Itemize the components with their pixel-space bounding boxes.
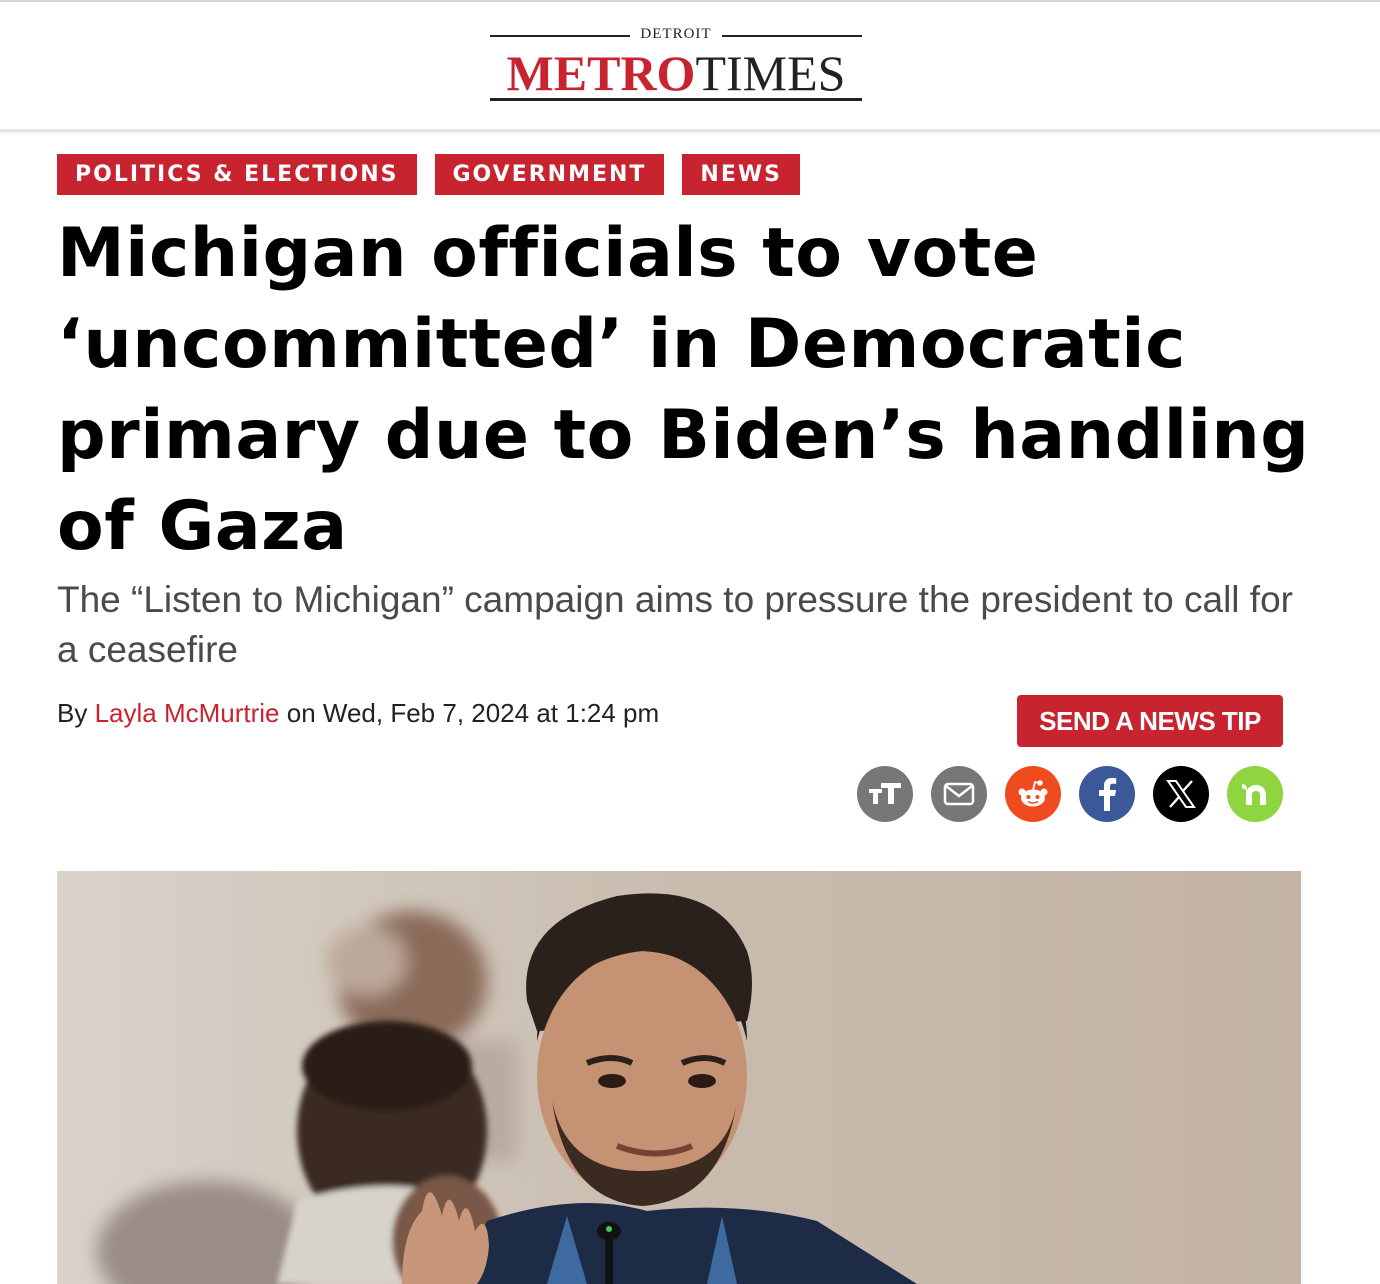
logo-rule-bottom — [490, 98, 862, 101]
tag-news[interactable]: NEWS — [682, 154, 800, 195]
text-size-icon[interactable] — [857, 766, 913, 822]
byline-prefix: By — [57, 698, 95, 728]
share-bar — [857, 766, 1283, 822]
logo-metro: METRO — [506, 45, 696, 101]
reddit-icon[interactable] — [1005, 766, 1061, 822]
send-news-tip-button[interactable]: SEND A NEWS TIP — [1017, 695, 1283, 747]
email-icon[interactable] — [931, 766, 987, 822]
logo-times: TIMES — [695, 45, 846, 101]
author-link[interactable]: Layla McMurtrie — [95, 698, 280, 728]
article-headline: Michigan officials to vote ‘uncommitted’… — [57, 214, 1310, 566]
logo-kicker: DETROIT — [640, 26, 712, 42]
byline: By Layla McMurtrie on Wed, Feb 7, 2024 a… — [57, 695, 677, 731]
facebook-icon[interactable] — [1079, 766, 1135, 822]
nextdoor-icon[interactable] — [1227, 766, 1283, 822]
article-subhead: The “Listen to Michigan” campaign aims t… — [57, 579, 1293, 670]
category-tags: POLITICS & ELECTIONS GOVERNMENT NEWS — [57, 154, 800, 195]
tag-government[interactable]: GOVERNMENT — [434, 154, 665, 195]
hero-photo-illustration — [57, 871, 1301, 1284]
metro-times-logo[interactable]: DETROIT METROTIMES — [490, 24, 862, 104]
x-icon[interactable] — [1153, 766, 1209, 822]
byline-middle: on — [279, 698, 323, 728]
site-header: DETROIT METROTIMES — [0, 2, 1380, 132]
logo-wordmark: METROTIMES — [490, 44, 862, 101]
publish-date: Wed, Feb 7, 2024 at 1:24 pm — [322, 698, 660, 728]
tag-politics-elections[interactable]: POLITICS & ELECTIONS — [57, 154, 417, 195]
article-hero-photo — [57, 871, 1301, 1284]
